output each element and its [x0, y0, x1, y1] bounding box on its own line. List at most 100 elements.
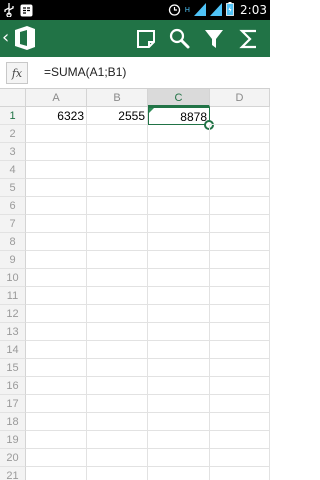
row-header-1[interactable]: 1 — [0, 107, 26, 125]
row-header-11[interactable]: 11 — [0, 287, 26, 305]
row-header-7[interactable]: 7 — [0, 215, 26, 233]
cell-d3[interactable] — [210, 143, 270, 161]
row-header-8[interactable]: 8 — [0, 233, 26, 251]
cell-a6[interactable] — [26, 197, 87, 215]
row-header-10[interactable]: 10 — [0, 269, 26, 287]
cell-a8[interactable] — [26, 233, 87, 251]
column-header-d[interactable]: D — [210, 89, 270, 107]
cell-c3[interactable] — [148, 143, 210, 161]
cell-c19[interactable] — [148, 431, 210, 449]
autosum-button[interactable] — [236, 26, 262, 52]
cell-c20[interactable] — [148, 449, 210, 467]
cell-a7[interactable] — [26, 215, 87, 233]
row-header-4[interactable]: 4 — [0, 161, 26, 179]
cell-b19[interactable] — [87, 431, 148, 449]
cell-a5[interactable] — [26, 179, 87, 197]
comment-button[interactable] — [133, 26, 159, 52]
cell-c9[interactable] — [148, 251, 210, 269]
cell-b8[interactable] — [87, 233, 148, 251]
cell-a16[interactable] — [26, 377, 87, 395]
cell-c11[interactable] — [148, 287, 210, 305]
cell-b7[interactable] — [87, 215, 148, 233]
cell-a12[interactable] — [26, 305, 87, 323]
cell-b4[interactable] — [87, 161, 148, 179]
cell-d13[interactable] — [210, 323, 270, 341]
row-header-14[interactable]: 14 — [0, 341, 26, 359]
row-header-9[interactable]: 9 — [0, 251, 26, 269]
cell-d16[interactable] — [210, 377, 270, 395]
cell-c16[interactable] — [148, 377, 210, 395]
column-header-b[interactable]: B — [87, 89, 148, 107]
cell-a4[interactable] — [26, 161, 87, 179]
row-header-21[interactable]: 21 — [0, 467, 26, 480]
cell-c8[interactable] — [148, 233, 210, 251]
cell-d20[interactable] — [210, 449, 270, 467]
cell-a13[interactable] — [26, 323, 87, 341]
cell-b6[interactable] — [87, 197, 148, 215]
cell-b10[interactable] — [87, 269, 148, 287]
cell-b1[interactable]: 2555 — [87, 107, 148, 125]
cell-b16[interactable] — [87, 377, 148, 395]
cell-b21[interactable] — [87, 467, 148, 480]
column-header-a[interactable]: A — [26, 89, 87, 107]
cell-b2[interactable] — [87, 125, 148, 143]
row-header-20[interactable]: 20 — [0, 449, 26, 467]
cell-a20[interactable] — [26, 449, 87, 467]
row-header-2[interactable]: 2 — [0, 125, 26, 143]
cell-d2[interactable] — [210, 125, 270, 143]
office-logo-icon[interactable] — [12, 25, 38, 51]
row-header-6[interactable]: 6 — [0, 197, 26, 215]
column-header-c[interactable]: C — [148, 89, 210, 107]
cell-b20[interactable] — [87, 449, 148, 467]
cell-b3[interactable] — [87, 143, 148, 161]
cell-c2[interactable] — [148, 125, 210, 143]
cell-b14[interactable] — [87, 341, 148, 359]
cell-a1[interactable]: 6323 — [26, 107, 87, 125]
cell-b18[interactable] — [87, 413, 148, 431]
cell-d12[interactable] — [210, 305, 270, 323]
chevron-left-icon[interactable]: ‹ — [2, 27, 9, 49]
filter-button[interactable] — [201, 26, 227, 52]
cell-a10[interactable] — [26, 269, 87, 287]
cell-a14[interactable] — [26, 341, 87, 359]
search-button[interactable] — [167, 26, 193, 52]
spreadsheet-grid[interactable]: A B C D 1 6323 2555 8878 2 3 4 5 6 7 8 9 10 11 12 13 14 15 16 1… — [0, 89, 270, 480]
cell-c13[interactable] — [148, 323, 210, 341]
cell-c14[interactable] — [148, 341, 210, 359]
cell-d15[interactable] — [210, 359, 270, 377]
cell-d19[interactable] — [210, 431, 270, 449]
cell-d17[interactable] — [210, 395, 270, 413]
row-header-15[interactable]: 15 — [0, 359, 26, 377]
cell-c21[interactable] — [148, 467, 210, 480]
cell-b17[interactable] — [87, 395, 148, 413]
cell-a15[interactable] — [26, 359, 87, 377]
cell-c15[interactable] — [148, 359, 210, 377]
row-header-12[interactable]: 12 — [0, 305, 26, 323]
cell-c12[interactable] — [148, 305, 210, 323]
row-header-17[interactable]: 17 — [0, 395, 26, 413]
select-all-corner[interactable] — [0, 89, 26, 107]
cell-d6[interactable] — [210, 197, 270, 215]
cell-d5[interactable] — [210, 179, 270, 197]
cell-d7[interactable] — [210, 215, 270, 233]
function-button[interactable]: fx — [6, 62, 28, 84]
cell-c10[interactable] — [148, 269, 210, 287]
cell-a2[interactable] — [26, 125, 87, 143]
row-header-16[interactable]: 16 — [0, 377, 26, 395]
row-header-13[interactable]: 13 — [0, 323, 26, 341]
cell-d11[interactable] — [210, 287, 270, 305]
cell-c1[interactable]: 8878 — [148, 107, 210, 125]
cell-d14[interactable] — [210, 341, 270, 359]
cell-c7[interactable] — [148, 215, 210, 233]
cell-d21[interactable] — [210, 467, 270, 480]
cell-c4[interactable] — [148, 161, 210, 179]
cell-c17[interactable] — [148, 395, 210, 413]
cell-a11[interactable] — [26, 287, 87, 305]
cell-a3[interactable] — [26, 143, 87, 161]
cell-b13[interactable] — [87, 323, 148, 341]
cell-b11[interactable] — [87, 287, 148, 305]
cell-d4[interactable] — [210, 161, 270, 179]
cell-a9[interactable] — [26, 251, 87, 269]
cell-a17[interactable] — [26, 395, 87, 413]
formula-input[interactable]: =SUMA(A1;B1) — [44, 65, 126, 79]
